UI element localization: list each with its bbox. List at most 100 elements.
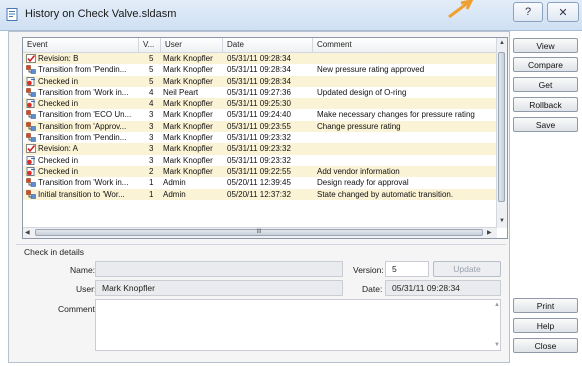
- comment-scroll-down-icon[interactable]: ▼: [494, 342, 500, 348]
- checkin-icon: [26, 166, 36, 176]
- window-title: History on Check Valve.sldasm: [25, 8, 177, 20]
- cell-comment: Design ready for approval: [317, 178, 409, 188]
- cell-comment: [317, 53, 493, 64]
- close-button[interactable]: Close: [513, 338, 578, 353]
- column-header-comment[interactable]: Comment: [313, 38, 497, 52]
- cell-date: 05/31/11 09:28:34: [227, 76, 291, 86]
- transition-icon: [26, 189, 36, 199]
- cell-date: 05/31/11 09:24:40: [227, 110, 291, 120]
- cell-date: 05/31/11 09:23:55: [227, 121, 291, 131]
- date-label: Date:: [362, 284, 383, 294]
- cell-user: Neil Peart: [163, 87, 199, 97]
- cell-user: Mark Knopfler: [163, 144, 213, 154]
- checkin-icon: [26, 155, 36, 165]
- history-list[interactable]: Event V... User Date Comment Revision: B…: [22, 37, 508, 239]
- scroll-down-icon[interactable]: ▼: [499, 218, 505, 224]
- help-window-button[interactable]: ?: [513, 2, 543, 22]
- column-header-version[interactable]: V...: [139, 38, 161, 52]
- document-history-icon: [6, 8, 18, 21]
- rollback-button[interactable]: Rollback: [513, 97, 578, 112]
- table-row[interactable]: Revision: A 3 Mark Knopfler 05/31/11 09:23:…: [23, 143, 497, 155]
- get-button[interactable]: Get: [513, 77, 578, 92]
- table-row[interactable]: Revision: B 5 Mark Knopfler 05/31/11 09:28:…: [23, 53, 497, 65]
- user-field: Mark Knopfler: [95, 280, 343, 296]
- table-row[interactable]: Checked in 5 Mark Knopfler 05/31/11 09:28:3…: [23, 75, 497, 87]
- cell-event: Initial transition to 'Wor...: [38, 189, 125, 199]
- cell-user: Mark Knopfler: [163, 76, 213, 86]
- cell-event: Checked in: [38, 76, 79, 86]
- table-row[interactable]: Transition from 'Work in... 1 Admin 05/20/1…: [23, 177, 497, 188]
- cell-date: 05/31/11 09:22:55: [227, 166, 291, 176]
- version-field: 5: [385, 261, 429, 277]
- cell-date: 05/31/11 09:28:34: [227, 54, 291, 63]
- table-row[interactable]: Transition from 'Approv... 3 Mark Knopfler…: [23, 120, 497, 133]
- checkin-icon: [26, 99, 36, 109]
- table-row[interactable]: Checked in 3 Mark Knopfler 05/31/11 09:23:3…: [23, 155, 497, 166]
- revision-icon: [26, 54, 36, 63]
- column-header-user[interactable]: User: [161, 38, 223, 52]
- column-header-date[interactable]: Date: [223, 38, 313, 52]
- cell-date: 05/20/11 12:37:32: [227, 189, 291, 199]
- cell-event: Checked in: [38, 99, 79, 109]
- help-button[interactable]: Help: [513, 318, 578, 333]
- cell-date: 05/31/11 09:27:36: [227, 87, 291, 97]
- cell-event: Revision: B: [38, 54, 79, 63]
- save-button[interactable]: Save: [513, 117, 578, 132]
- cell-user: Mark Knopfler: [163, 133, 213, 143]
- cell-comment: State changed by automatic transition.: [317, 189, 454, 199]
- transition-icon: [26, 178, 36, 188]
- cell-user: Mark Knopfler: [163, 99, 213, 109]
- checkin-icon: [26, 76, 36, 86]
- horizontal-scroll-thumb[interactable]: III: [35, 229, 483, 236]
- cell-version: 3: [149, 110, 154, 120]
- cell-version: 3: [149, 144, 154, 154]
- comment-field[interactable]: [95, 299, 501, 351]
- table-row[interactable]: Transition from 'Work in... 4 Neil Peart 05…: [23, 87, 497, 98]
- cell-event: Transition from 'ECO Un...: [38, 110, 132, 120]
- cell-date: 05/31/11 09:25:30: [227, 99, 291, 109]
- name-field: [95, 261, 343, 277]
- list-header: Event V... User Date Comment: [23, 38, 497, 53]
- cell-version: 3: [149, 133, 154, 143]
- cell-version: 5: [149, 76, 154, 86]
- cell-date: 05/31/11 09:23:32: [227, 155, 291, 165]
- table-row[interactable]: Transition from 'ECO Un... 3 Mark Knopfler…: [23, 109, 497, 120]
- cell-version: 1: [149, 189, 154, 199]
- vertical-scroll-thumb[interactable]: [498, 52, 505, 202]
- transition-icon: [26, 65, 36, 75]
- cell-event: Revision: A: [38, 144, 79, 154]
- close-icon: ✕: [558, 6, 568, 19]
- print-button[interactable]: Print: [513, 298, 578, 313]
- callout-arrow-icon: [448, 0, 474, 18]
- table-row[interactable]: Transition from 'Pendin... 5 Mark Knopfler…: [23, 64, 497, 75]
- cell-event: Transition from 'Pendin...: [38, 65, 127, 75]
- transition-icon: [26, 110, 36, 120]
- scroll-up-icon[interactable]: ▲: [499, 40, 505, 46]
- close-window-button[interactable]: ✕: [547, 2, 579, 22]
- cell-user: Mark Knopfler: [163, 65, 213, 75]
- cell-version: 4: [149, 87, 154, 97]
- cell-user: Mark Knopfler: [163, 54, 213, 63]
- scroll-left-icon[interactable]: ◀: [25, 229, 30, 236]
- table-row[interactable]: Initial transition to 'Wor... 1 Admin 05/20…: [23, 188, 497, 200]
- cell-date: 05/31/11 09:23:32: [227, 133, 291, 143]
- table-row[interactable]: Checked in 4 Mark Knopfler 05/31/11 09:25:3…: [23, 98, 497, 110]
- table-row[interactable]: Checked in 2 Mark Knopfler 05/31/11 09:22:5…: [23, 165, 497, 178]
- vertical-scrollbar[interactable]: ▲ ▼: [496, 38, 507, 228]
- cell-version: 3: [149, 121, 154, 131]
- comment-scroll-up-icon[interactable]: ▲: [494, 302, 500, 308]
- transition-icon: [26, 122, 36, 131]
- cell-user: Mark Knopfler: [163, 166, 213, 176]
- horizontal-scrollbar[interactable]: ◀ III ▶: [23, 227, 497, 238]
- cell-user: Mark Knopfler: [163, 121, 213, 131]
- column-header-event[interactable]: Event: [23, 38, 139, 52]
- scroll-right-icon[interactable]: ▶: [487, 229, 492, 236]
- cell-comment: [317, 155, 493, 166]
- cell-date: 05/31/11 09:28:34: [227, 65, 291, 75]
- update-button[interactable]: Update: [433, 261, 501, 277]
- cell-comment: Updated design of O-ring: [317, 87, 407, 97]
- view-button[interactable]: View: [513, 38, 578, 53]
- compare-button[interactable]: Compare: [513, 57, 578, 72]
- cell-user: Mark Knopfler: [163, 110, 213, 120]
- table-row[interactable]: Transition from 'Pendin... 3 Mark Knopfler…: [23, 132, 497, 143]
